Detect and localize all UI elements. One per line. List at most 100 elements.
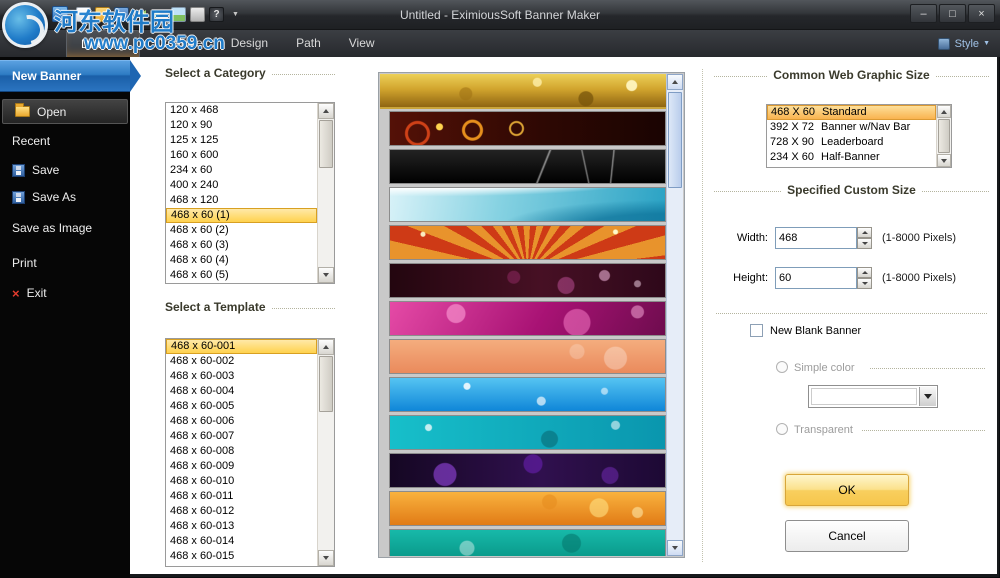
size-item[interactable]: 234 X 60Half-Banner xyxy=(767,150,936,165)
list-item[interactable]: 468 x 60-007 xyxy=(166,429,317,444)
template-thumb-orange-floral[interactable] xyxy=(390,492,665,525)
size-item[interactable]: 392 X 72Banner w/Nav Bar xyxy=(767,120,936,135)
image-icon[interactable] xyxy=(171,7,186,22)
list-item[interactable]: 468 x 60-013 xyxy=(166,519,317,534)
help-icon[interactable]: ? xyxy=(209,7,224,22)
list-item[interactable]: 468 x 60 (3) xyxy=(166,238,317,253)
sidebar-item-open[interactable]: Open xyxy=(2,99,128,124)
list-item[interactable]: 468 x 60-009 xyxy=(166,459,317,474)
template-thumb-purple-swirls[interactable] xyxy=(390,454,665,487)
tab-drawing[interactable]: Drawing xyxy=(66,30,140,57)
size-item[interactable]: 468 X 60Standard xyxy=(767,105,936,120)
scroll-up-button[interactable] xyxy=(318,103,334,119)
tab-view[interactable]: View xyxy=(335,30,389,57)
template-thumb-blue-splash[interactable] xyxy=(390,378,665,411)
list-item[interactable]: 468 x 60-004 xyxy=(166,384,317,399)
list-item[interactable]: 160 x 600 xyxy=(166,148,317,163)
sidebar-item-print[interactable]: Print xyxy=(0,253,130,273)
list-item[interactable]: 468 x 60-006 xyxy=(166,414,317,429)
list-item[interactable]: 468 x 60-008 xyxy=(166,444,317,459)
template-scrollbar[interactable] xyxy=(317,339,334,566)
scroll-down-button[interactable] xyxy=(667,540,683,556)
template-thumb-salmon-floral[interactable] xyxy=(390,340,665,373)
spinner-up-button[interactable] xyxy=(857,227,872,238)
list-item[interactable]: 468 x 60-015 xyxy=(166,549,317,564)
list-item[interactable]: 468 x 60-002 xyxy=(166,354,317,369)
sidebar-item-recent[interactable]: Recent xyxy=(0,131,130,151)
list-item[interactable]: 468 x 60-011 xyxy=(166,489,317,504)
size-scrollbar[interactable] xyxy=(936,105,951,167)
exit-icon: × xyxy=(12,287,20,300)
save-icon[interactable] xyxy=(114,7,129,22)
scroll-up-button[interactable] xyxy=(318,339,334,355)
template-thumb-teal-wave[interactable] xyxy=(390,188,665,221)
list-item[interactable]: 120 x 90 xyxy=(166,118,317,133)
ok-button[interactable]: OK xyxy=(785,474,909,506)
list-item[interactable]: 400 x 240 xyxy=(166,178,317,193)
scroll-thumb[interactable] xyxy=(319,356,333,412)
style-button[interactable]: Style ▼ xyxy=(938,30,1000,57)
scroll-down-button[interactable] xyxy=(318,550,334,566)
redo-icon[interactable] xyxy=(152,7,167,22)
undo-icon[interactable] xyxy=(133,7,148,22)
maximize-button[interactable]: □ xyxy=(939,4,966,23)
tab-path[interactable]: Path xyxy=(282,30,335,57)
color-dropdown[interactable] xyxy=(808,385,938,408)
app-icon[interactable] xyxy=(52,6,68,22)
list-item[interactable]: 468 x 60 (4) xyxy=(166,253,317,268)
scroll-down-button[interactable] xyxy=(318,267,334,283)
print-icon[interactable] xyxy=(190,7,205,22)
scroll-up-button[interactable] xyxy=(937,105,951,118)
cancel-button[interactable]: Cancel xyxy=(785,520,909,552)
list-item[interactable]: 468 x 60-012 xyxy=(166,504,317,519)
dropdown-arrow-icon[interactable] xyxy=(919,387,936,406)
list-item[interactable]: 120 x 468 xyxy=(166,103,317,118)
open-folder-icon[interactable] xyxy=(95,7,110,22)
scroll-thumb[interactable] xyxy=(668,92,682,188)
new-blank-banner-label[interactable]: New Blank Banner xyxy=(770,325,861,337)
sidebar-item-save-as-image[interactable]: Save as Image xyxy=(0,217,130,239)
spinner-down-button[interactable] xyxy=(857,238,872,249)
template-thumb-black-branches[interactable] xyxy=(390,150,665,183)
sidebar-item-save[interactable]: Save xyxy=(0,159,130,181)
list-item[interactable]: 468 x 60-003 xyxy=(166,369,317,384)
more-icon[interactable]: ▼ xyxy=(228,7,243,22)
scroll-down-button[interactable] xyxy=(937,154,951,167)
list-item[interactable]: 234 x 60 xyxy=(166,163,317,178)
template-thumb-red-circles[interactable] xyxy=(390,112,665,145)
size-item[interactable]: 728 X 90Leaderboard xyxy=(767,135,936,150)
tab-design[interactable]: Design xyxy=(217,30,282,57)
template-thumb-maroon-bokeh[interactable] xyxy=(390,264,665,297)
sidebar-item-exit[interactable]: ×Exit xyxy=(0,281,130,305)
preview-scrollbar[interactable] xyxy=(666,74,683,556)
scroll-thumb[interactable] xyxy=(938,119,950,153)
list-item[interactable]: 468 x 60 (2) xyxy=(166,223,317,238)
list-item[interactable]: 468 x 60-001 xyxy=(166,339,317,354)
spinner-up-button[interactable] xyxy=(857,267,872,278)
template-thumb-teal-floral[interactable] xyxy=(390,530,665,556)
template-thumb-gold-bubbles[interactable] xyxy=(380,74,666,107)
template-thumb-red-sunburst[interactable] xyxy=(390,226,665,259)
width-input[interactable] xyxy=(775,227,857,249)
list-item[interactable]: 125 x 125 xyxy=(166,133,317,148)
category-scrollbar[interactable] xyxy=(317,103,334,283)
new-document-icon[interactable] xyxy=(76,7,91,22)
sidebar-item-new-banner[interactable]: New Banner xyxy=(0,60,130,92)
list-item[interactable]: 468 x 60 (5) xyxy=(166,268,317,283)
new-blank-banner-checkbox[interactable] xyxy=(750,324,763,337)
list-item[interactable]: 468 x 60 (1) xyxy=(166,208,317,223)
tab-organize[interactable]: Organize xyxy=(140,30,217,57)
sidebar-item-save-as[interactable]: Save As xyxy=(0,187,130,207)
template-thumb-teal-dots[interactable] xyxy=(390,416,665,449)
scroll-up-button[interactable] xyxy=(667,74,683,90)
scroll-thumb[interactable] xyxy=(319,120,333,168)
list-item[interactable]: 468 x 120 xyxy=(166,193,317,208)
list-item[interactable]: 468 x 60-010 xyxy=(166,474,317,489)
list-item[interactable]: 468 x 60-005 xyxy=(166,399,317,414)
spinner-down-button[interactable] xyxy=(857,278,872,289)
close-button[interactable]: × xyxy=(968,4,995,23)
template-thumb-magenta-swirls[interactable] xyxy=(390,302,665,335)
minimize-button[interactable]: – xyxy=(910,4,937,23)
height-input[interactable] xyxy=(775,267,857,289)
list-item[interactable]: 468 x 60-014 xyxy=(166,534,317,549)
